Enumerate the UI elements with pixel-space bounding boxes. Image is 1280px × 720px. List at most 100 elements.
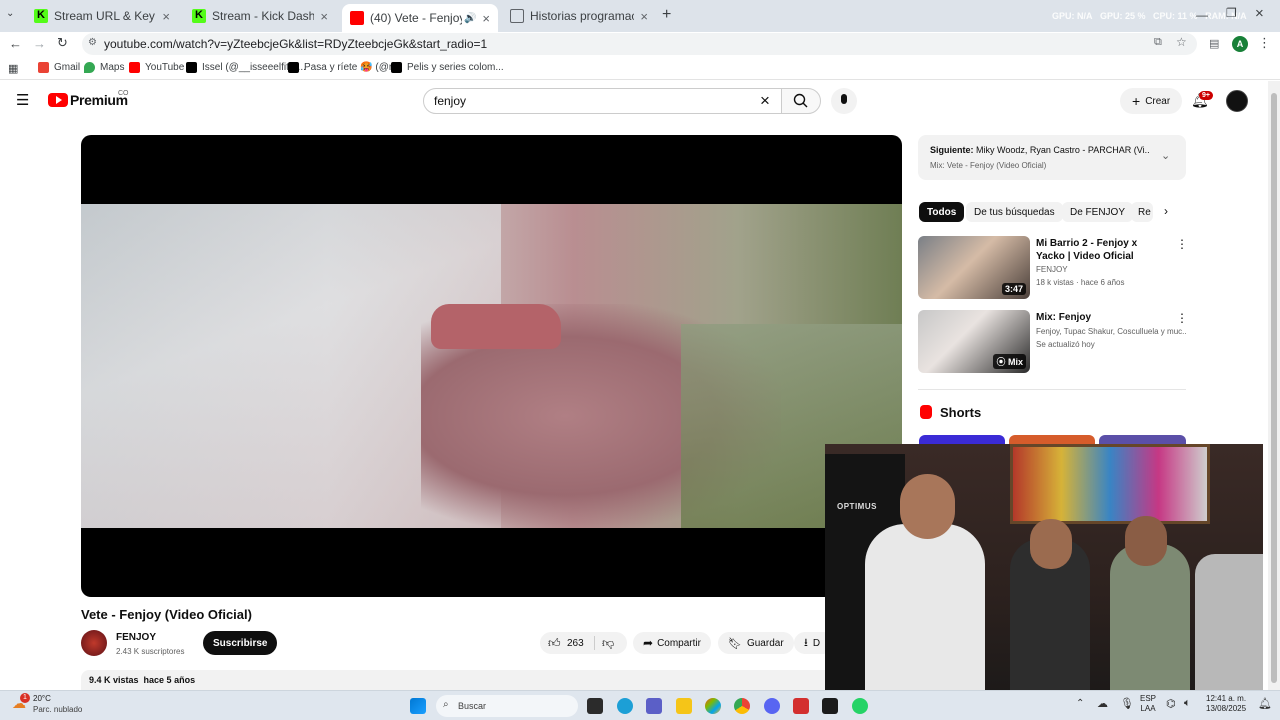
edge-icon[interactable] — [617, 698, 633, 714]
chair-brand: OPTIMUS — [837, 502, 877, 511]
tab-kick-dashboard[interactable]: Stream - Kick Dashboard × — [184, 5, 336, 27]
video-player[interactable] — [81, 135, 902, 597]
bookmark-gmail[interactable]: Gmail — [38, 62, 80, 73]
channel-avatar[interactable] — [81, 630, 107, 656]
close-icon[interactable]: × — [162, 9, 170, 24]
chevron-down-icon[interactable]: ⌄ — [1161, 149, 1170, 162]
more-options-icon[interactable]: ⋮ — [1176, 311, 1188, 325]
copilot-icon[interactable] — [705, 698, 721, 714]
close-icon[interactable]: × — [320, 9, 328, 24]
search-input[interactable]: fenjoy × — [423, 88, 782, 114]
bookmark-youtube[interactable]: YouTube — [129, 62, 184, 73]
apps-grid-icon[interactable]: ▦ — [8, 62, 18, 75]
up-next-playlist-box[interactable]: Siguiente: Miky Woodz, Ryan Castro - PAR… — [918, 135, 1186, 180]
search-button[interactable] — [781, 88, 821, 114]
kick-app-icon[interactable] — [822, 698, 838, 714]
tab-youtube-vete[interactable]: (40) Vete - Fenjoy (Video Of 🔊 × — [342, 4, 498, 32]
weather-temp[interactable]: 20°C — [33, 694, 51, 703]
forward-arrow-icon[interactable]: → — [33, 36, 46, 51]
mix-thumbnail[interactable]: ⦿ Mix — [918, 310, 1030, 373]
bookmark-star-icon[interactable]: ☆ — [1176, 35, 1187, 49]
bookmark-maps[interactable]: Maps — [84, 62, 124, 73]
notification-center-icon[interactable]: 🔔︎ — [1258, 697, 1272, 710]
short-thumbnail[interactable] — [919, 435, 1005, 444]
chip-todos[interactable]: Todos — [919, 202, 965, 222]
maximize-icon[interactable]: ❐ — [1226, 6, 1237, 20]
video-thumbnail[interactable]: 3:47 — [918, 236, 1030, 299]
file-explorer-icon[interactable] — [676, 698, 692, 714]
chip-de-fenjoy[interactable]: De FENJOY — [1062, 202, 1134, 222]
menu-kebab-icon[interactable]: ⋮ — [1258, 35, 1271, 51]
cloud-icon[interactable]: ☁ — [1097, 697, 1108, 710]
task-view-icon[interactable] — [587, 698, 603, 714]
voice-search-button[interactable] — [831, 88, 857, 114]
wifi-icon[interactable]: ⌬ — [1166, 697, 1176, 710]
clock[interactable]: 12:41 a. m. 13/08/2025 — [1206, 694, 1246, 714]
chevron-right-icon[interactable]: › — [1164, 204, 1168, 218]
video-item-channel[interactable]: Fenjoy, Tupac Shakur, Cosculluela y muc.… — [1036, 327, 1186, 336]
video-frame — [81, 204, 902, 528]
site-info-icon[interactable]: ⚙ — [88, 37, 97, 48]
bookmark-pelis[interactable]: Pelis y series colom... — [391, 62, 504, 73]
speaker-icon[interactable]: 🔊 — [464, 13, 476, 24]
short-thumbnail[interactable] — [1009, 435, 1095, 444]
language-indicator[interactable]: ESP LAA — [1140, 694, 1156, 714]
subscribe-button[interactable]: Suscribirse — [203, 631, 278, 655]
chevron-up-icon[interactable]: ⌃ — [1076, 698, 1084, 709]
whatsapp-icon[interactable] — [852, 698, 868, 714]
more-options-icon[interactable]: ⋮ — [1176, 237, 1188, 251]
address-bar[interactable]: ⚙ youtube.com/watch?v=yZteebcjeGk&list=R… — [82, 33, 1197, 55]
tab-historias[interactable]: Historias programación Vertica × — [502, 5, 656, 27]
chrome-icon[interactable] — [734, 698, 750, 714]
tab-kick-stream-key[interactable]: Stream URL & Key - Kick Dashb × — [26, 5, 178, 27]
notifications-badge: 9+ — [1199, 91, 1213, 100]
video-item-title[interactable]: Mi Barrio 2 - Fenjoy x Yacko | Video Ofi… — [1036, 237, 1166, 263]
chip-re[interactable]: Re — [1131, 202, 1153, 222]
close-icon[interactable]: × — [482, 11, 490, 26]
window-close-icon[interactable]: × — [1255, 5, 1264, 22]
thumbs-up-icon[interactable]: 👍︎ — [548, 636, 561, 651]
bookmark-pasa-y-riete[interactable]: Pasa y ríete 🥵 (@ri... — [288, 62, 403, 73]
perf-overlay: GPU: N/A GPU: 25 % CPU: 11 % RAM: N/A — [1052, 11, 1247, 21]
hamburger-menu-icon[interactable]: ☰ — [16, 91, 29, 109]
create-button[interactable]: + Crear — [1120, 88, 1183, 114]
download-icon: ⭳ — [804, 636, 808, 649]
windows-start-icon[interactable] — [410, 698, 426, 714]
weather-badge: 1 — [20, 693, 30, 703]
close-icon[interactable]: × — [640, 9, 648, 24]
page-scrollbar[interactable] — [1268, 81, 1280, 690]
minimize-icon[interactable]: — — [1196, 8, 1208, 22]
short-thumbnail[interactable] — [1099, 435, 1186, 444]
new-tab-plus-icon[interactable]: + — [662, 6, 671, 24]
country-code: CO — [118, 90, 129, 97]
share-button[interactable]: ➦ Compartir — [633, 632, 711, 654]
back-arrow-icon[interactable]: ← — [9, 36, 22, 51]
description-box[interactable]: 9.4 K vistas hace 5 años — [81, 670, 902, 690]
thumbs-down-icon[interactable]: 👎︎ — [602, 636, 614, 651]
account-avatar[interactable] — [1226, 90, 1248, 112]
youtube-logo-icon[interactable] — [48, 93, 68, 107]
video-item-channel[interactable]: FENJOY — [1036, 265, 1186, 274]
microphone-icon[interactable]: 🎙︎ — [1120, 697, 1134, 710]
like-count[interactable]: 263 — [567, 638, 584, 649]
search-icon: ⌕ — [443, 699, 449, 710]
install-app-icon[interactable]: ⧉ — [1154, 36, 1162, 49]
scrollbar-thumb[interactable] — [1271, 93, 1277, 683]
volume-icon[interactable]: 🔈︎ — [1184, 697, 1191, 710]
app-red-icon[interactable] — [793, 698, 809, 714]
profile-avatar[interactable]: A — [1232, 36, 1248, 52]
video-item-meta: 18 k vistas · hace 6 años — [1036, 278, 1125, 287]
discord-icon[interactable] — [764, 698, 780, 714]
teams-icon[interactable] — [646, 698, 662, 714]
extensions-icon[interactable]: ▤ — [1209, 37, 1219, 50]
tab-search-chevron-icon[interactable]: ⌄ — [6, 8, 20, 22]
chip-de-tus-busquedas[interactable]: De tus búsquedas — [966, 202, 1063, 222]
reload-icon[interactable]: ↻ — [57, 35, 68, 51]
video-item-title[interactable]: Mix: Fenjoy — [1036, 311, 1166, 324]
save-button[interactable]: 🔖︎ Guardar — [718, 632, 794, 654]
weather-desc[interactable]: Parc. nublado — [33, 705, 82, 714]
clear-search-icon[interactable]: × — [760, 91, 770, 111]
shorts-heading: Shorts — [940, 405, 982, 420]
taskbar-search[interactable]: ⌕ Buscar — [436, 695, 578, 717]
channel-name[interactable]: FENJOY — [116, 632, 156, 643]
